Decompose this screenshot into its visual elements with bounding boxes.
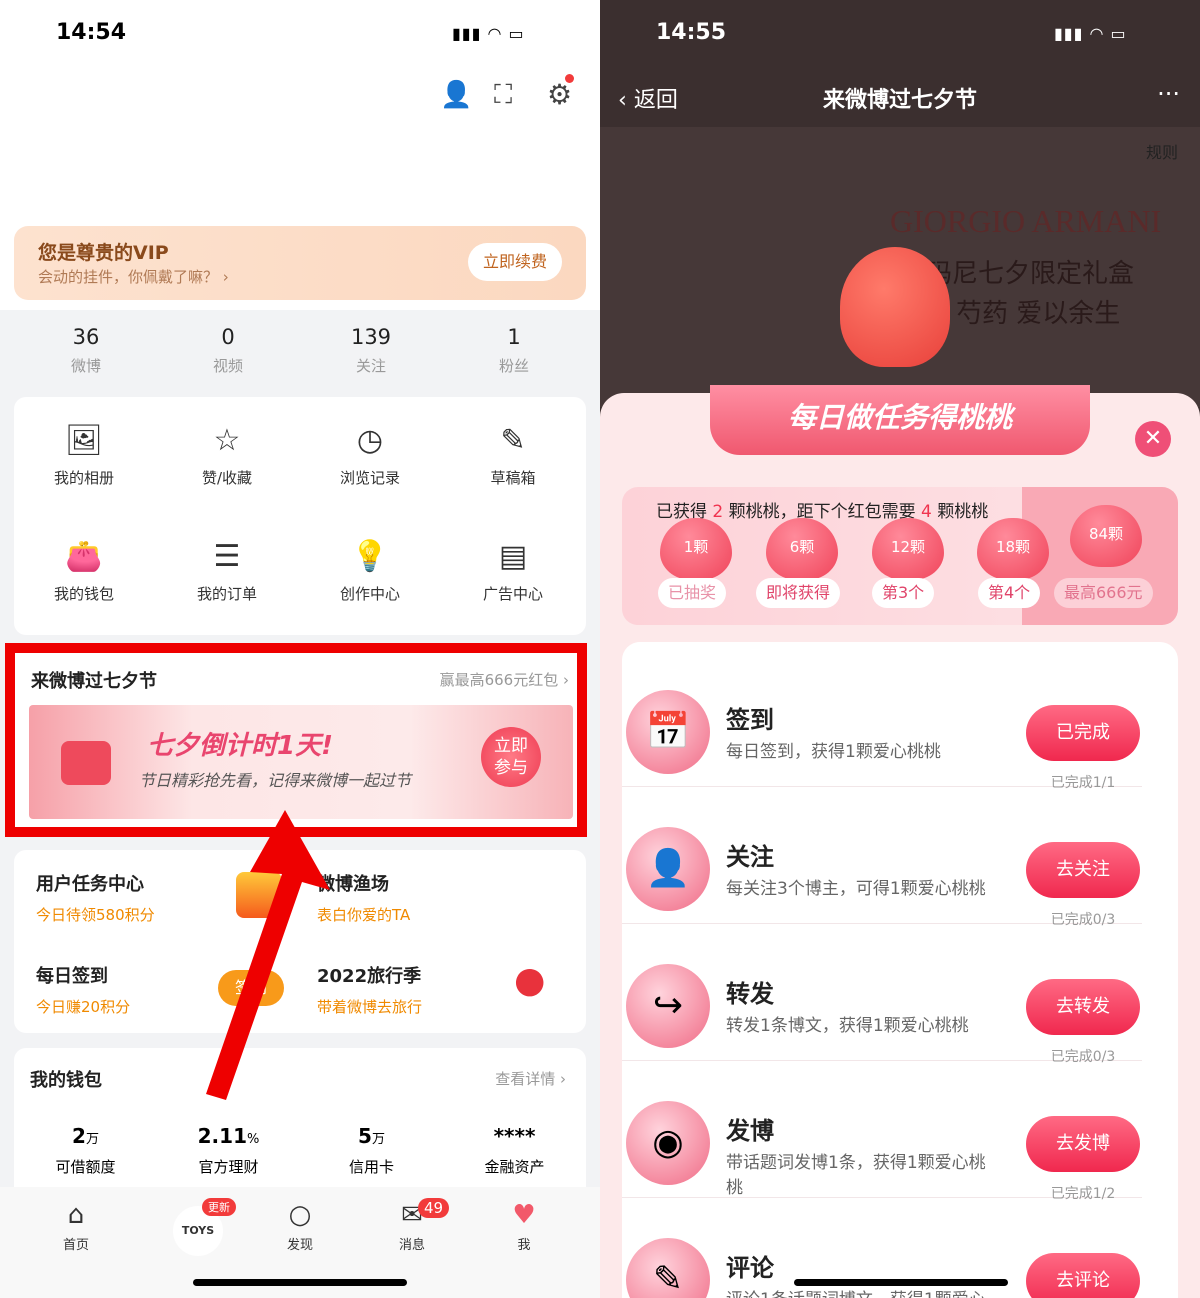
task-checkin-icon: 📅 <box>626 690 710 774</box>
task-row-checkin: 📅 签到 每日签到，获得1颗爱心桃桃 已完成 已完成1/1 <box>622 650 1142 791</box>
step-2-label: 即将获得 <box>756 578 841 608</box>
task-row-follow: 👤 关注 每关注3个博主，可得1颗爱心桃桃 去关注 已完成0/3 <box>622 787 1142 928</box>
grid-creator[interactable]: 💡 创作中心 <box>300 539 440 604</box>
sheet-title: 每日做任务得桃桃 <box>710 385 1090 455</box>
task-desc: 评论1条话题词博文，获得1颗爱心桃桃 <box>726 1288 986 1298</box>
task-name: 发博 <box>726 1117 774 1145</box>
banner-line2: 芍药 爱以余生 <box>956 299 1121 329</box>
renew-button[interactable]: 立即续费 <box>468 243 562 281</box>
task-name: 关注 <box>726 843 774 871</box>
grid-ads[interactable]: ▤ 广告中心 <box>443 539 583 604</box>
join-button[interactable]: 立即参与 <box>481 727 541 787</box>
grid-orders[interactable]: ☰ 我的订单 <box>157 539 297 604</box>
home-indicator <box>794 1279 1008 1286</box>
task-name: 签到 <box>726 706 774 734</box>
stat-video[interactable]: 0 视频 <box>178 325 278 376</box>
weibo-profile-screen: 14:54 ▮▮▮ ◠ ▭ 👤 ⛶ ⚙ 您是尊贵的VIP 会动的挂件，你佩戴了嘛… <box>0 0 600 1298</box>
wallet-details-link[interactable]: 查看详情 › <box>495 1068 566 1089</box>
status-time: 14:54 <box>56 20 127 45</box>
task-post-button[interactable]: 去发博 <box>1026 1116 1140 1172</box>
task-follow-button[interactable]: 去关注 <box>1026 842 1140 898</box>
back-button[interactable]: ‹ 返回 <box>618 82 678 114</box>
event-sub: 节日精彩抢先看，记得来微博一起过节 <box>139 771 412 790</box>
step-3-label: 第3个 <box>872 578 935 608</box>
event-headline: 七夕倒计时1天! <box>147 731 333 761</box>
wallet-loan[interactable]: 2万 可借额度 <box>14 1124 157 1177</box>
grid-history[interactable]: ◷ 浏览记录 <box>300 423 440 488</box>
banner-brand: GIORGIO ARMANI <box>890 203 1162 239</box>
task-repost-button[interactable]: 去转发 <box>1026 979 1140 1035</box>
red-envelope-icon <box>61 741 111 785</box>
feature-grid: 🖼 我的相册 ☆ 赞/收藏 ◷ 浏览记录 ✎ 草稿箱 👛 我的钱包 ☰ 我的订单 💡 创作中心… <box>14 397 586 635</box>
tab-home[interactable]: ⌂ 首页 <box>26 1200 126 1253</box>
task-name: 评论 <box>726 1254 774 1282</box>
rules-link[interactable]: 规则 <box>1146 139 1178 163</box>
vip-banner[interactable]: 您是尊贵的VIP 会动的挂件，你佩戴了嘛？ › 立即续费 <box>14 226 586 300</box>
task-comment-button[interactable]: 去评论 <box>1026 1253 1140 1298</box>
task-desc: 带话题词发博1条，获得1颗爱心桃桃 <box>726 1153 986 1198</box>
ad-banner: 规则 GIORGIO ARMANI 阿玛尼七夕限定礼盒 芍药 爱以余生 <box>600 127 1200 407</box>
grid-drafts[interactable]: ✎ 草稿箱 <box>443 423 583 488</box>
event-link[interactable]: 赢最高666元红包 › <box>440 669 569 690</box>
add-user-icon[interactable]: 👤 <box>440 80 472 110</box>
more-button[interactable]: ··· <box>1157 80 1180 108</box>
step-1-label: 已抽奖 <box>658 578 727 608</box>
task-desc: 每日签到，获得1颗爱心桃桃 <box>726 742 941 762</box>
stat-weibo[interactable]: 36 微博 <box>36 325 136 376</box>
status-icons: ▮▮▮ ◠ ▭ <box>1054 24 1127 43</box>
task-desc: 转发1条博文，获得1颗爱心桃桃 <box>726 1016 969 1036</box>
task-row-post: ◉ 发博 带话题词发博1条，获得1颗爱心桃桃 去发博 已完成1/2 <box>622 1061 1142 1202</box>
tab-me[interactable]: ♥ 我 <box>474 1200 574 1253</box>
wallet-finance[interactable]: 2.11% 官方理财 <box>157 1124 300 1177</box>
wallet-credit[interactable]: 5万 信用卡 <box>300 1124 443 1177</box>
close-icon[interactable]: ✕ <box>1135 421 1171 457</box>
event-title: 来微博过七夕节 <box>31 671 157 692</box>
settings-icon[interactable]: ⚙ <box>547 74 575 111</box>
status-time: 14:55 <box>656 20 727 45</box>
message-count-badge: 49 <box>418 1198 450 1218</box>
status-icons: ▮▮▮ ◠ ▭ <box>452 24 525 43</box>
home-icon: ⌂ <box>67 1200 85 1230</box>
grid-album[interactable]: 🖼 我的相册 <box>14 423 154 488</box>
daily-checkin[interactable]: 每日签到 今日赚20积分 <box>36 962 130 1017</box>
step-4-label: 第4个 <box>978 578 1041 608</box>
wallet-assets[interactable]: **** 金融资产 <box>443 1124 586 1177</box>
heart-step-1: 1颗 <box>660 518 732 580</box>
task-row-repost: ↪ 转发 转发1条博文，获得1颗爱心桃桃 去转发 已完成0/3 <box>622 924 1142 1065</box>
red-arrow-annotation <box>206 810 330 1100</box>
heart-step-2: 6颗 <box>766 518 838 580</box>
home-indicator <box>193 1279 407 1286</box>
heart-step-3: 12颗 <box>872 518 944 580</box>
mascot-icon <box>840 247 950 367</box>
task-comment-icon: ✎ <box>626 1238 710 1298</box>
task-follow-icon: 👤 <box>626 827 710 911</box>
task-repost-icon: ↪ <box>626 964 710 1048</box>
tab-toys[interactable]: TOYS 更新 <box>148 1198 248 1262</box>
vip-subtitle: 会动的挂件，你佩戴了嘛？ › <box>38 268 229 286</box>
task-post-icon: ◉ <box>626 1101 710 1185</box>
step-max-label: 最高666元 <box>1054 578 1153 608</box>
update-badge: 更新 <box>202 1198 236 1216</box>
task-name: 转发 <box>726 980 774 1008</box>
search-icon: ○ <box>288 1200 312 1230</box>
wallet-title: 我的钱包 <box>30 1070 102 1091</box>
tab-discover[interactable]: ○ 发现 <box>250 1200 350 1253</box>
chevron-left-icon: ‹ <box>618 88 627 113</box>
scan-icon[interactable]: ⛶ <box>494 80 512 111</box>
vip-title: 您是尊贵的VIP <box>38 242 169 264</box>
qixi-event-screen: 14:55 ▮▮▮ ◠ ▭ ‹ 返回 来微博过七夕节 ··· 规则 GIORGI… <box>600 0 1200 1298</box>
stat-followers[interactable]: 1 粉丝 <box>464 325 564 376</box>
weibo-mascot-icon: ● <box>514 960 546 1001</box>
grid-likes[interactable]: ☆ 赞/收藏 <box>157 423 297 488</box>
me-heart-icon: ♥ <box>512 1200 536 1230</box>
task-desc: 每关注3个博主，可得1颗爱心桃桃 <box>726 879 986 899</box>
stat-following[interactable]: 139 关注 <box>321 325 421 376</box>
heart-step-max: 84颗 <box>1070 505 1142 567</box>
task-center[interactable]: 用户任务中心 今日待领580积分 <box>36 870 155 925</box>
task-checkin-button[interactable]: 已完成 <box>1026 705 1140 761</box>
heart-step-4: 18颗 <box>977 518 1049 580</box>
nav-title: 来微博过七夕节 <box>822 88 977 113</box>
grid-wallet[interactable]: 👛 我的钱包 <box>14 539 154 604</box>
tab-messages[interactable]: ✉ 消息 49 <box>362 1198 462 1253</box>
